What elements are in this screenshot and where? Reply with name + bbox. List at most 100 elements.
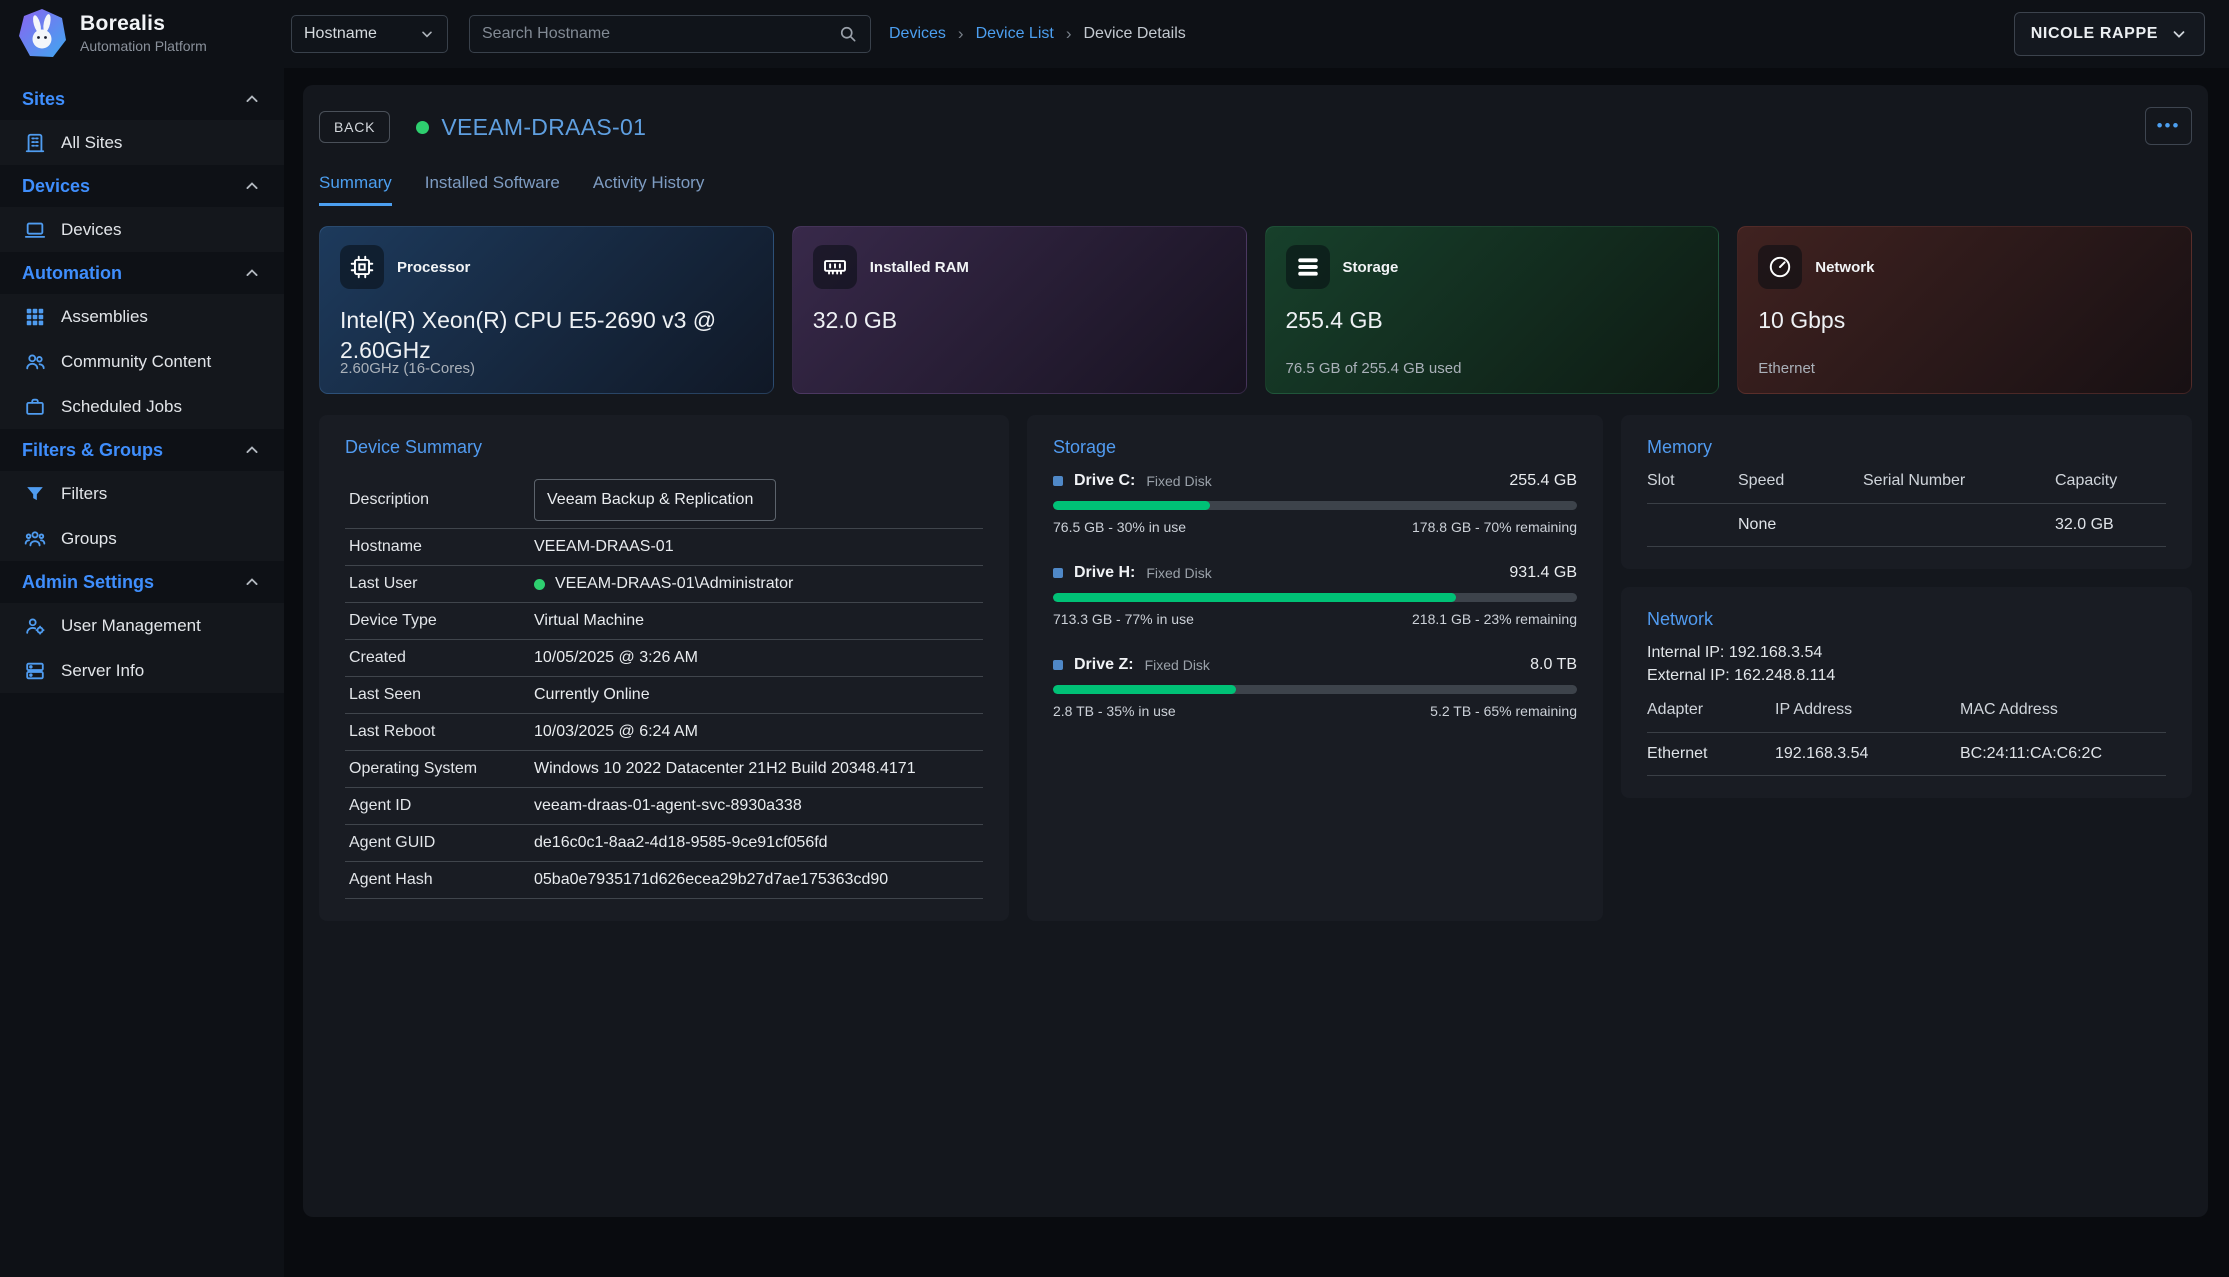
drive-size: 8.0 TB (1530, 656, 1577, 674)
table-row: Last User VEEAM-DRAAS-01\Administrator (345, 566, 983, 603)
sidebar-item-devices[interactable]: Devices (0, 207, 284, 252)
groups-icon (24, 528, 46, 550)
cell-mac: BC:24:11:CA:C6:2C (1960, 745, 2166, 763)
drive-usage-bar (1053, 685, 1577, 694)
sidebar-item-filters[interactable]: Filters (0, 471, 284, 516)
column-header: Adapter (1647, 701, 1775, 719)
stat-card-title: Network (1815, 259, 1874, 276)
chevron-up-icon (242, 89, 262, 109)
hostname-filter-value: Hostname (304, 25, 377, 43)
column-header: Serial Number (1863, 472, 2055, 490)
sidebar-item-scheduled-jobs[interactable]: Scheduled Jobs (0, 384, 284, 429)
storage-panel-title: Storage (1053, 437, 1577, 458)
drive-usage-bar (1053, 593, 1577, 602)
sidebar-item-all-sites[interactable]: All Sites (0, 120, 284, 165)
table-row: Operating System Windows 10 2022 Datacen… (345, 751, 983, 788)
grid-icon (24, 306, 46, 328)
network-footer: Ethernet (1758, 360, 1815, 377)
drive-icon (1053, 476, 1063, 486)
external-ip: External IP: 162.248.8.114 (1647, 667, 2166, 685)
search-input[interactable] (482, 25, 838, 43)
row-value: Currently Online (534, 686, 979, 704)
brand: Borealis Automation Platform (16, 7, 207, 59)
row-label: Agent Hash (349, 871, 534, 889)
drive-name: Drive H: (1074, 564, 1135, 582)
sidebar: Sites All Sites Devices Devices Automati… (0, 68, 284, 1277)
network-table-header: Adapter IP Address MAC Address (1647, 701, 2166, 733)
drive-type: Fixed Disk (1146, 473, 1211, 489)
sidebar-item-label: Devices (61, 220, 121, 240)
breadcrumb-devices[interactable]: Devices (889, 25, 946, 43)
user-menu-button[interactable]: NICOLE RAPPE (2014, 12, 2205, 56)
page-title: VEEAM-DRAAS-01 (441, 114, 646, 141)
stat-cards-row: Processor Intel(R) Xeon(R) CPU E5-2690 v… (319, 226, 2192, 394)
row-value: Virtual Machine (534, 612, 979, 630)
tab-summary[interactable]: Summary (319, 173, 392, 206)
sidebar-section-admin-settings: Admin Settings User Management Server In… (0, 561, 284, 693)
drive-remaining: 5.2 TB - 65% remaining (1430, 703, 1577, 719)
sidebar-item-server-info[interactable]: Server Info (0, 648, 284, 693)
sidebar-section-header-sites[interactable]: Sites (0, 78, 284, 120)
drive-remaining: 218.1 GB - 23% remaining (1412, 611, 1577, 627)
back-button[interactable]: BACK (319, 111, 390, 143)
device-title-row: BACK VEEAM-DRAAS-01 ••• (319, 107, 2192, 147)
tab-installed-software[interactable]: Installed Software (425, 173, 560, 206)
drive-icon (1053, 568, 1063, 578)
main-area: BACK VEEAM-DRAAS-01 ••• Summary Installe… (284, 68, 2229, 1277)
row-value: VEEAM-DRAAS-01 (534, 538, 979, 556)
more-options-button[interactable]: ••• (2145, 107, 2192, 145)
drive-type: Fixed Disk (1146, 565, 1211, 581)
sidebar-item-user-management[interactable]: User Management (0, 603, 284, 648)
gauge-icon (1758, 245, 1802, 289)
table-row: Agent GUID de16c0c1-8aa2-4d18-9585-9ce91… (345, 825, 983, 862)
borealis-logo-icon (16, 7, 68, 59)
table-row: Last Reboot 10/03/2025 @ 6:24 AM (345, 714, 983, 751)
storage-value: 255.4 GB (1286, 305, 1699, 335)
row-label: Created (349, 649, 534, 667)
sidebar-section-label: Devices (22, 176, 90, 197)
cpu-icon (340, 245, 384, 289)
users-icon (24, 351, 46, 373)
sidebar-section-sites: Sites All Sites (0, 78, 284, 165)
table-row: Created 10/05/2025 @ 3:26 AM (345, 640, 983, 677)
online-status-dot (416, 121, 429, 134)
sidebar-section-header-devices[interactable]: Devices (0, 165, 284, 207)
row-value: 05ba0e7935171d626ecea29b27d7ae175363cd90 (534, 871, 979, 889)
row-value: 10/03/2025 @ 6:24 AM (534, 723, 979, 741)
sidebar-item-community-content[interactable]: Community Content (0, 339, 284, 384)
sidebar-section-label: Filters & Groups (22, 440, 163, 461)
search-icon[interactable] (838, 24, 858, 44)
brand-name: Borealis (80, 12, 207, 36)
storage-panel: Storage Drive C: Fixed Disk 255.4 GB 76.… (1027, 415, 1603, 921)
row-label: Last Seen (349, 686, 534, 704)
breadcrumb-separator-icon: › (958, 24, 964, 44)
column-header: Capacity (2055, 472, 2166, 490)
right-column: Memory Slot Speed Serial Number Capacity… (1621, 415, 2192, 921)
drive-row: Drive C: Fixed Disk 255.4 GB 76.5 GB - 3… (1053, 472, 1577, 535)
network-panel-title: Network (1647, 609, 2166, 630)
description-input[interactable] (534, 479, 776, 521)
sidebar-item-assemblies[interactable]: Assemblies (0, 294, 284, 339)
sidebar-item-groups[interactable]: Groups (0, 516, 284, 561)
breadcrumb-device-list[interactable]: Device List (976, 25, 1054, 43)
network-value: 10 Gbps (1758, 305, 2171, 335)
row-label: Device Type (349, 612, 534, 630)
tab-activity-history[interactable]: Activity History (593, 173, 704, 206)
search-field (469, 15, 871, 53)
user-name: NICOLE RAPPE (2031, 25, 2158, 43)
sidebar-section-header-automation[interactable]: Automation (0, 252, 284, 294)
device-details-panel: BACK VEEAM-DRAAS-01 ••• Summary Installe… (303, 85, 2208, 1217)
sidebar-section-header-admin-settings[interactable]: Admin Settings (0, 561, 284, 603)
detail-panels-row: Device Summary Description Hostname VEEA… (319, 415, 2192, 921)
column-header: MAC Address (1960, 701, 2166, 719)
server-icon (24, 660, 46, 682)
row-value: de16c0c1-8aa2-4d18-9585-9ce91cf056fd (534, 834, 979, 852)
sidebar-section-header-filters-groups[interactable]: Filters & Groups (0, 429, 284, 471)
drive-size: 931.4 GB (1509, 564, 1577, 582)
hostname-filter-select[interactable]: Hostname (291, 15, 448, 53)
sidebar-section-devices: Devices Devices (0, 165, 284, 252)
table-row: Description (345, 472, 983, 529)
chevron-up-icon (242, 572, 262, 592)
drive-name: Drive C: (1074, 472, 1135, 490)
processor-card: Processor Intel(R) Xeon(R) CPU E5-2690 v… (319, 226, 774, 394)
